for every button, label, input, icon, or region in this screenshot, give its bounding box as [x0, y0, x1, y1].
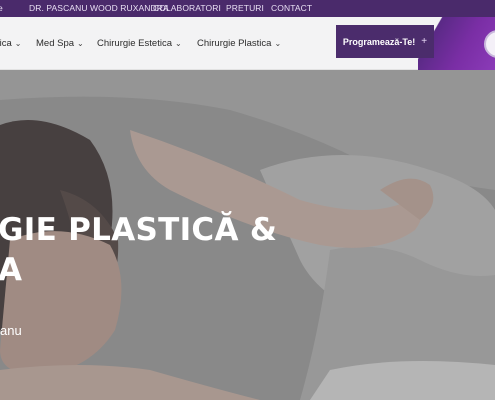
nav-item-label: Chirurgie Estetica [97, 38, 172, 49]
nav-item-label: Chirurgie Plastica [197, 38, 272, 49]
chevron-down-icon: ⌄ [14, 39, 22, 48]
chevron-down-icon: ⌄ [77, 39, 84, 48]
plus-icon: + [421, 36, 428, 47]
topbar-link-doctor[interactable]: DR. PASCANU WOOD RUXANDRA [29, 3, 169, 13]
hero-subtitle: anu [0, 323, 22, 338]
nav-item-chirurgie-plastica[interactable]: Chirurgie Plastica ⌄ [197, 38, 281, 49]
nav-item-label: tica [0, 38, 12, 49]
nav-item-partial[interactable]: tica⌄ [0, 38, 22, 49]
hero-title-line1: GIE PLASTICĂ & [0, 212, 278, 248]
hero-banner: GIE PLASTICĂ & A anu [0, 70, 495, 400]
appointment-button[interactable]: Programează-Te! + [336, 25, 434, 58]
hero-title: GIE PLASTICĂ & A [0, 210, 277, 290]
topbar-link-preturi[interactable]: PRETURI [226, 3, 264, 13]
topbar-link-partial[interactable]: e [0, 3, 3, 13]
chevron-down-icon: ⌄ [274, 39, 282, 48]
top-bar: e DR. PASCANU WOOD RUXANDRA COLABORATORI… [0, 0, 495, 17]
chevron-down-icon: ⌄ [174, 39, 182, 48]
nav-item-med-spa[interactable]: Med Spa ⌄ [36, 38, 84, 49]
appointment-button-label: Programează-Te! [342, 36, 416, 47]
nav-item-chirurgie-estetica[interactable]: Chirurgie Estetica ⌄ [97, 38, 182, 49]
topbar-link-contact[interactable]: CONTACT [271, 3, 312, 13]
topbar-link-colaboratori[interactable]: COLABORATORI [153, 3, 221, 13]
hero-title-line2: A [0, 252, 23, 288]
nav-item-label: Med Spa [36, 38, 75, 49]
